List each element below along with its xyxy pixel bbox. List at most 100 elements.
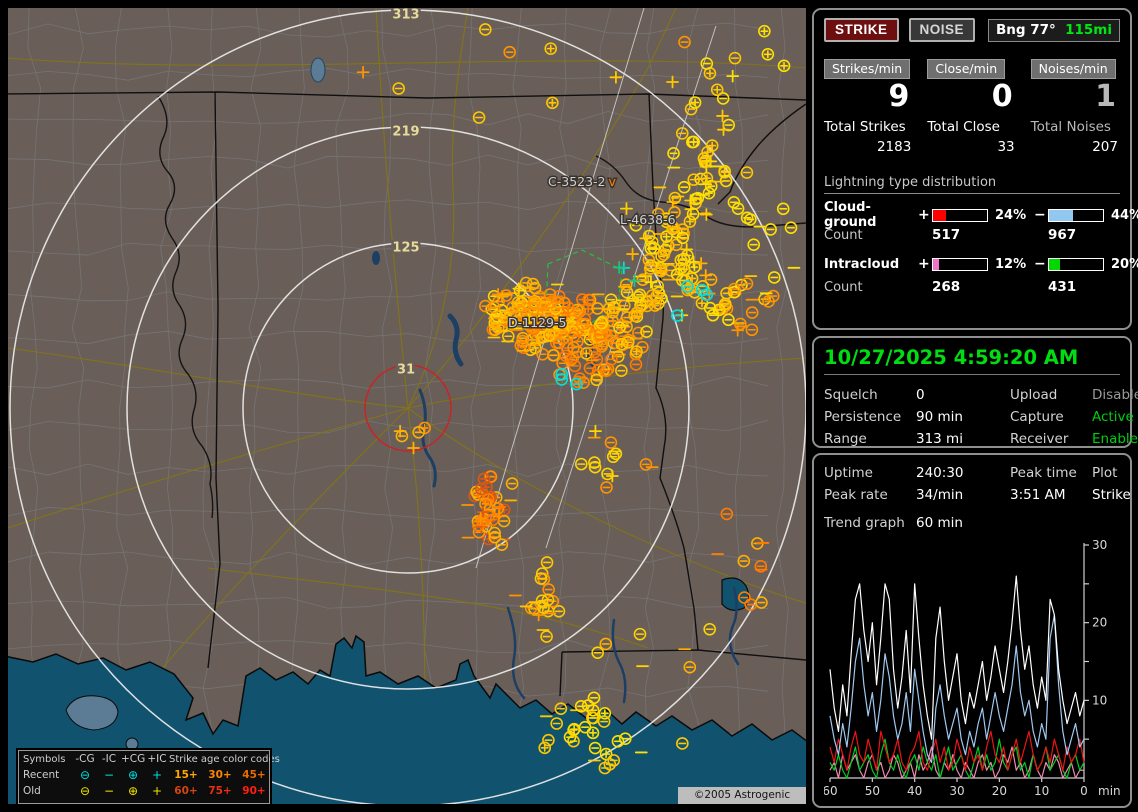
svg-text:60: 60 xyxy=(824,784,838,797)
legend-symbols-header: Symbols xyxy=(23,753,66,765)
cg-positive-bar xyxy=(932,208,988,222)
trend-graph-value: 60 min xyxy=(916,515,963,531)
persistence-label: Persistence xyxy=(824,409,902,425)
svg-text:L-4638-6: L-4638-6 xyxy=(620,212,676,227)
ic-negative-bar xyxy=(1048,257,1104,271)
legend-col-pcg: +CG xyxy=(121,753,146,765)
svg-text:31: 31 xyxy=(397,363,415,378)
old-neg-ic-icon: − xyxy=(103,784,115,798)
cg-positive-count: 517 xyxy=(932,227,961,243)
ic-positive-bar xyxy=(932,257,988,271)
intracloud-label: Intracloud xyxy=(824,256,900,272)
old-pos-cg-icon: ⊕ xyxy=(127,784,139,798)
cloud-ground-label: Cloud-ground xyxy=(824,200,877,230)
svg-text:10: 10 xyxy=(1034,784,1049,797)
age-30: 30+ xyxy=(208,769,232,781)
strikes-column: Strikes/min 9 Total Strikes 2183 xyxy=(824,58,913,155)
intracloud-count-row: Count 268 431 xyxy=(824,276,1120,298)
cg-negative-pct: 44% xyxy=(1111,207,1138,223)
strike-button[interactable]: STRIKE xyxy=(824,18,899,42)
squelch-label: Squelch xyxy=(824,387,878,403)
trend-panel: Uptime 240:30 Peak time Plot Peak rate 3… xyxy=(812,453,1132,808)
receiver-label: Receiver xyxy=(1010,431,1069,447)
legend-old-label: Old xyxy=(23,785,41,797)
legend-age-header: Strike age color codes xyxy=(169,753,280,765)
recent-pos-ic-icon: + xyxy=(151,768,163,782)
counters-panel: STRIKE NOISE Bng 77° 115mi Strikes/min 9… xyxy=(812,8,1138,330)
ic-negative-bar-fill xyxy=(1049,258,1060,270)
plus-sign: + xyxy=(918,207,930,223)
plot-label: Plot xyxy=(1092,465,1118,481)
noises-per-min-button[interactable]: Noises/min xyxy=(1030,59,1116,79)
svg-text:50: 50 xyxy=(865,784,880,797)
persistence-value: 90 min xyxy=(916,409,963,425)
uptime-value: 240:30 xyxy=(916,465,964,481)
noise-button[interactable]: NOISE xyxy=(908,18,976,42)
status-panel: 10/27/2025 4:59:20 AM Squelch 0 Upload D… xyxy=(812,336,1138,448)
close-column: Close/min 0 Total Close 33 xyxy=(927,58,1016,155)
svg-text:219: 219 xyxy=(392,125,419,140)
noises-rate: 1 xyxy=(1095,79,1116,114)
peak-rate-label: Peak rate xyxy=(824,487,888,503)
ic-count-label: Count xyxy=(824,279,863,295)
svg-text:313: 313 xyxy=(392,8,419,23)
total-noises-label: Total Noises xyxy=(1030,119,1111,135)
cg-count-label: Count xyxy=(824,227,863,243)
map-graphics: 313 219 125 31 C-3523-2 v L-4638-6 D-1129-5 xyxy=(8,8,806,804)
ic-positive-pct: 12% xyxy=(995,256,1027,272)
close-rate: 0 xyxy=(991,79,1013,114)
uptime-label: Uptime xyxy=(824,465,873,481)
cg-negative-count: 967 xyxy=(1048,227,1077,243)
strikes-rate: 9 xyxy=(888,79,910,114)
ic-positive-count: 268 xyxy=(932,279,961,295)
intracloud-row: Intracloud + 12% − 20% xyxy=(824,252,1138,276)
stormvue-window: { "window": { "copyright": "©2005 Astrog… xyxy=(0,0,1138,812)
cloud-ground-row: Cloud-ground + 24% − 44% xyxy=(824,200,1138,230)
age-75: 75+ xyxy=(208,785,232,797)
capture-label: Capture xyxy=(1010,409,1064,425)
legend-recent-label: Recent xyxy=(23,769,60,781)
noises-column: Noises/min 1 Total Noises 207 xyxy=(1030,58,1120,155)
ic-negative-count: 431 xyxy=(1048,279,1077,295)
total-close-value: 33 xyxy=(997,139,1015,155)
range-value: 313 mi xyxy=(916,431,963,447)
svg-text:30: 30 xyxy=(949,784,964,797)
plot-value: Strike xyxy=(1092,487,1131,503)
cg-negative-bar-fill xyxy=(1049,209,1073,221)
squelch-value: 0 xyxy=(916,387,925,403)
strikes-per-min-button[interactable]: Strikes/min xyxy=(824,59,911,79)
bearing-label: Bng 77° xyxy=(996,21,1056,38)
ic-negative-pct: 20% xyxy=(1111,256,1138,272)
peak-rate-value: 34/min xyxy=(916,487,964,503)
svg-text:30: 30 xyxy=(1092,538,1107,552)
old-neg-cg-icon: ⊖ xyxy=(79,784,91,798)
age-90: 90+ xyxy=(242,785,266,797)
peak-time-label: Peak time xyxy=(1010,465,1077,481)
total-close-label: Total Close xyxy=(927,119,1000,135)
recent-pos-cg-icon: ⊕ xyxy=(127,768,139,782)
plus-sign: + xyxy=(918,256,930,272)
legend-col-pic: +IC xyxy=(147,753,167,765)
age-15: 15+ xyxy=(174,769,198,781)
upload-label: Upload xyxy=(1010,387,1058,403)
sidebar: STRIKE NOISE Bng 77° 115mi Strikes/min 9… xyxy=(812,0,1138,812)
capture-value: Active xyxy=(1092,409,1134,425)
upload-value: Disabled xyxy=(1092,387,1138,403)
close-per-min-button[interactable]: Close/min xyxy=(927,59,1006,79)
bearing-range: 115mi xyxy=(1065,21,1112,38)
recent-neg-ic-icon: − xyxy=(103,768,115,782)
map-canvas[interactable]: 313 219 125 31 C-3523-2 v L-4638-6 D-1129-5 Sym… xyxy=(8,8,806,804)
minus-sign: − xyxy=(1034,256,1046,272)
cg-positive-pct: 24% xyxy=(995,207,1027,223)
datetime-display: 10/27/2025 4:59:20 AM xyxy=(824,346,1120,375)
receiver-value: Enabled xyxy=(1092,431,1138,447)
svg-text:40: 40 xyxy=(907,784,922,797)
total-strikes-label: Total Strikes xyxy=(824,119,906,135)
trend-graph-label: Trend graph xyxy=(824,515,905,531)
minus-sign: − xyxy=(1034,207,1046,223)
total-strikes-value: 2183 xyxy=(876,139,912,155)
bearing-readout[interactable]: Bng 77° 115mi xyxy=(988,18,1120,42)
old-pos-ic-icon: + xyxy=(151,784,163,798)
svg-text:125: 125 xyxy=(392,241,419,256)
peak-time-value: 3:51 AM xyxy=(1010,487,1066,503)
